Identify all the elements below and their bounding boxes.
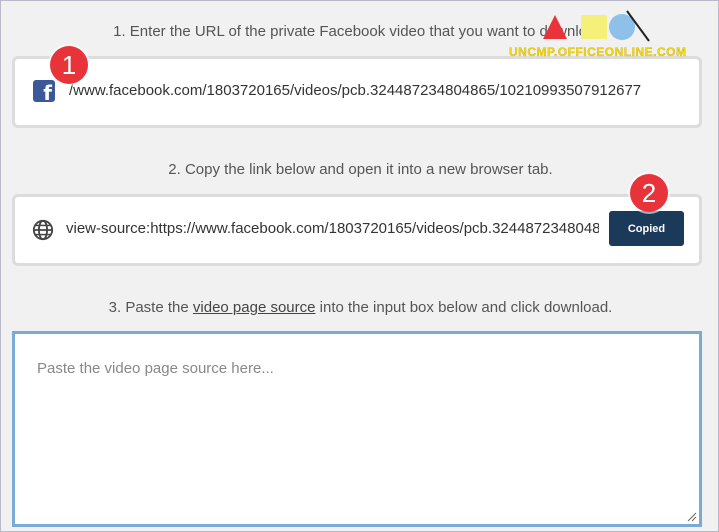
step-marker-1: 1 — [50, 46, 88, 84]
copied-button[interactable]: Copied — [609, 211, 684, 246]
watermark-text: UNCMP.OFFICEONLINE.COM — [509, 45, 687, 59]
step3-label-after: into the input box below and click downl… — [315, 299, 613, 316]
shapes-logo-icon — [543, 10, 650, 42]
step3-label: 3. Paste the video page source into the … — [1, 299, 719, 316]
watermark-logo: UNCMP.OFFICEONLINE.COM — [509, 9, 709, 61]
url-input-box: f /www.facebook.com/1803720165/videos/pc… — [12, 56, 702, 128]
step2-label-text: 2. Copy the link below and open it into … — [168, 161, 553, 178]
globe-icon — [32, 219, 54, 241]
page-source-textarea-box — [12, 331, 702, 527]
page-source-textarea[interactable] — [15, 334, 699, 524]
step2-label: 2. Copy the link below and open it into … — [1, 161, 719, 178]
video-page-source-link[interactable]: video page source — [193, 299, 316, 316]
facebook-icon: f — [33, 80, 55, 105]
resize-grip-icon[interactable] — [685, 510, 697, 522]
step3-label-before: 3. Paste the — [108, 299, 193, 316]
source-link-box: view-source:https://www.facebook.com/180… — [12, 194, 702, 266]
view-source-link[interactable]: view-source:https://www.facebook.com/180… — [66, 215, 599, 243]
step-marker-2: 2 — [630, 174, 668, 212]
facebook-url-input[interactable]: /www.facebook.com/1803720165/videos/pcb.… — [69, 77, 689, 105]
